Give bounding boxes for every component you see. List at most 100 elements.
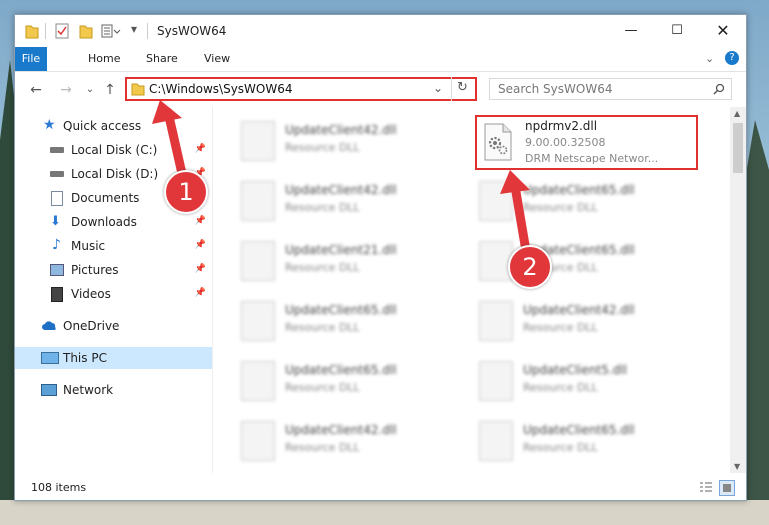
navigation-pane: ★ Quick access Local Disk (C:) 📌 Local D… xyxy=(15,111,212,473)
close-button[interactable]: ✕ xyxy=(700,15,746,47)
quick-access-dropdown-icon[interactable]: ▾ xyxy=(131,22,137,38)
navigation-bar: ← → ⌄ ↑ C:\Windows\SysWOW64 ⌄ ↻ Search S… xyxy=(15,75,746,105)
sidebar-item-music[interactable]: ♪ Music 📌 xyxy=(15,235,212,257)
file-name: UpdateClient42.dll xyxy=(523,303,635,317)
list-item[interactable]: UpdateClient65.dll Resource DLL xyxy=(225,295,445,345)
document-icon xyxy=(51,191,63,206)
pin-icon[interactable]: 📌 xyxy=(195,144,206,154)
film-icon xyxy=(51,287,63,302)
sidebar-item-label: Local Disk (C:) xyxy=(71,143,158,157)
pin-icon[interactable]: 📌 xyxy=(195,288,206,298)
list-item[interactable]: UpdateClient65.dll Resource DLL xyxy=(463,415,683,465)
pin-icon[interactable]: 📌 xyxy=(195,216,206,226)
sidebar-item-label: Videos xyxy=(71,287,111,301)
file-type: Resource DLL xyxy=(523,201,598,214)
dll-file-icon xyxy=(241,361,275,401)
tab-view[interactable]: View xyxy=(191,47,243,71)
drive-icon xyxy=(50,147,64,153)
file-name: UpdateClient65.dll xyxy=(523,423,635,437)
details-view-icon[interactable] xyxy=(699,481,713,493)
refresh-icon[interactable]: ↻ xyxy=(457,80,468,95)
pane-divider xyxy=(212,107,213,473)
list-item[interactable]: UpdateClient5.dll Resource DLL xyxy=(463,355,683,405)
properties-icon[interactable] xyxy=(55,23,69,39)
tab-file[interactable]: File xyxy=(15,47,47,71)
search-box[interactable]: Search SysWOW64 xyxy=(489,78,732,100)
pin-icon[interactable]: 📌 xyxy=(195,240,206,250)
star-icon: ★ xyxy=(43,117,56,133)
large-icons-view-icon[interactable] xyxy=(719,480,735,496)
search-placeholder[interactable]: Search SysWOW64 xyxy=(498,82,612,96)
dll-file-icon xyxy=(479,181,513,221)
file-description: DRM Netscape Networ... xyxy=(525,152,659,165)
file-type: Resource DLL xyxy=(285,441,360,454)
file-type: Resource DLL xyxy=(285,141,360,154)
sidebar-item-label: This PC xyxy=(63,351,107,365)
scrollbar-thumb[interactable] xyxy=(733,123,743,173)
up-arrow-icon[interactable]: ↑ xyxy=(101,81,119,99)
sidebar-item-this-pc[interactable]: This PC xyxy=(15,347,212,369)
list-item[interactable]: UpdateClient65.dll Resource DLL xyxy=(463,235,683,285)
tab-share[interactable]: Share xyxy=(133,47,191,71)
sidebar-item-pictures[interactable]: Pictures 📌 xyxy=(15,259,212,281)
list-item[interactable]: UpdateClient65.dll Resource DLL xyxy=(225,355,445,405)
address-bar[interactable]: C:\Windows\SysWOW64 ⌄ ↻ xyxy=(125,77,477,101)
download-arrow-icon: ⬇ xyxy=(50,214,61,229)
back-arrow-icon[interactable]: ← xyxy=(27,81,45,99)
selected-file-npdrmv2[interactable]: npdrmv2.dll 9.00.00.32508 DRM Netscape N… xyxy=(475,115,698,170)
help-icon[interactable]: ? xyxy=(725,51,739,65)
file-type: Resource DLL xyxy=(523,441,598,454)
list-item[interactable]: UpdateClient65.dll Resource DLL xyxy=(463,175,683,225)
file-name: UpdateClient65.dll xyxy=(285,363,397,377)
expand-ribbon-icon[interactable]: ⌄ xyxy=(705,52,714,65)
pin-icon[interactable]: 📌 xyxy=(195,264,206,274)
vertical-scrollbar[interactable]: ▲ ▼ xyxy=(730,107,746,473)
address-dropdown-icon[interactable]: ⌄ xyxy=(433,81,443,95)
window-title: SysWOW64 xyxy=(157,24,227,38)
list-item[interactable]: UpdateClient42.dll Resource DLL xyxy=(225,175,445,225)
sidebar-item-network[interactable]: Network xyxy=(15,379,212,401)
dll-file-icon xyxy=(241,121,275,161)
status-bar: 108 items xyxy=(15,477,746,499)
file-type: Resource DLL xyxy=(523,321,598,334)
forward-arrow-icon[interactable]: → xyxy=(57,81,75,99)
sidebar-item-videos[interactable]: Videos 📌 xyxy=(15,283,212,305)
file-explorer-window: ▾ SysWOW64 — ☐ ✕ File Home Share View ⌄ … xyxy=(14,14,747,501)
dll-file-icon xyxy=(479,361,513,401)
search-icon[interactable] xyxy=(713,83,725,95)
minimize-button[interactable]: — xyxy=(608,15,654,47)
scroll-down-icon[interactable]: ▼ xyxy=(734,462,740,471)
sidebar-item-downloads[interactable]: ⬇ Downloads 📌 xyxy=(15,211,212,233)
network-icon xyxy=(41,384,57,396)
sidebar-item-local-disk-c[interactable]: Local Disk (C:) 📌 xyxy=(15,139,212,161)
sidebar-item-label: Pictures xyxy=(71,263,119,277)
file-type: Resource DLL xyxy=(285,321,360,334)
scroll-up-icon[interactable]: ▲ xyxy=(734,109,740,118)
ribbon-tabs: File Home Share View ⌄ ? xyxy=(15,47,746,72)
file-name: UpdateClient21.dll xyxy=(285,243,397,257)
list-item[interactable]: UpdateClient21.dll Resource DLL xyxy=(225,235,445,285)
address-path[interactable]: C:\Windows\SysWOW64 xyxy=(149,82,293,96)
annotation-badge-1: 1 xyxy=(164,170,208,214)
list-item[interactable]: UpdateClient42.dll Resource DLL xyxy=(225,415,445,465)
sidebar-item-quick-access[interactable]: ★ Quick access xyxy=(15,115,212,137)
cloud-icon xyxy=(42,321,56,330)
new-folder-icon[interactable] xyxy=(79,23,93,39)
customize-toolbar-icon[interactable] xyxy=(101,23,121,39)
maximize-button[interactable]: ☐ xyxy=(654,15,700,47)
list-item[interactable]: UpdateClient42.dll Resource DLL xyxy=(225,115,445,165)
dll-file-icon xyxy=(241,301,275,341)
computer-icon xyxy=(41,352,59,364)
sidebar-item-label: Downloads xyxy=(71,215,137,229)
list-item[interactable]: UpdateClient42.dll Resource DLL xyxy=(463,295,683,345)
tab-home[interactable]: Home xyxy=(75,47,133,71)
sidebar-item-label: Music xyxy=(71,239,106,253)
dll-file-icon xyxy=(241,421,275,461)
item-count: 108 items xyxy=(31,481,87,494)
sidebar-item-label: Documents xyxy=(71,191,140,205)
file-name: UpdateClient42.dll xyxy=(285,423,397,437)
title-bar: ▾ SysWOW64 — ☐ ✕ xyxy=(15,15,746,47)
file-name: UpdateClient42.dll xyxy=(285,123,397,137)
sidebar-item-onedrive[interactable]: OneDrive xyxy=(15,315,212,337)
recent-locations-icon[interactable]: ⌄ xyxy=(81,81,99,99)
